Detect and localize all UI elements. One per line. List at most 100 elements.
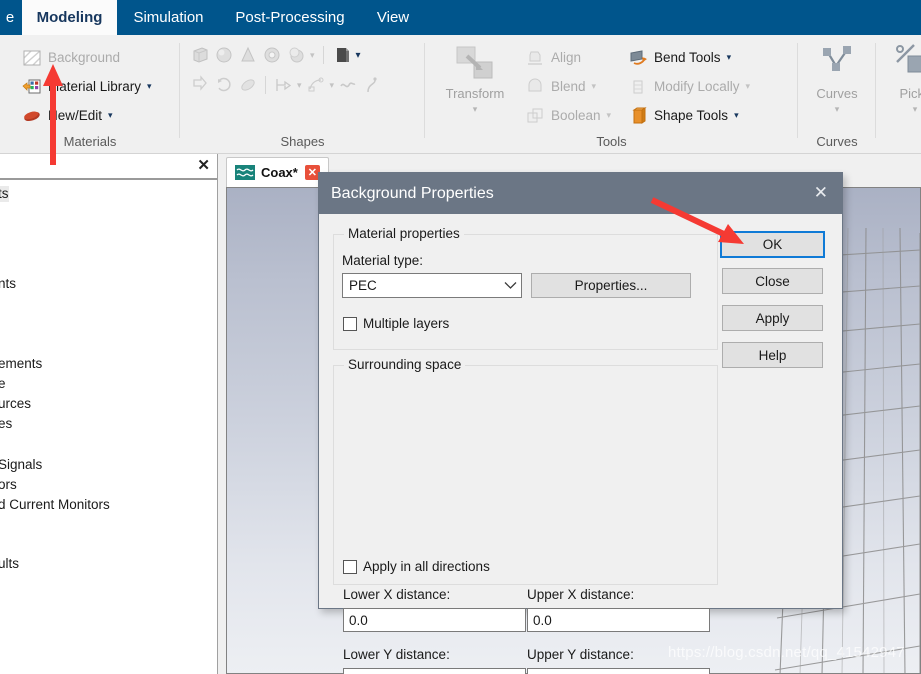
tree-item-sources[interactable]: urces xyxy=(0,396,31,412)
document-tab-label: Coax* xyxy=(261,165,298,180)
ribbon-item-modify-locally[interactable]: Modify Locally ▾ xyxy=(628,74,750,99)
chevron-down-icon[interactable]: ▾ xyxy=(746,81,751,92)
loft-icon[interactable] xyxy=(238,75,258,95)
ribbon-item-boolean[interactable]: Boolean ▾ xyxy=(525,103,611,128)
tab-label: Simulation xyxy=(133,9,204,26)
chevron-down-icon[interactable] xyxy=(499,281,521,290)
tree-item-components[interactable]: ts xyxy=(0,186,9,202)
chevron-down-icon[interactable]: ▾ xyxy=(734,110,739,121)
ribbon-group-label: Materials xyxy=(63,134,117,149)
ribbon-group-label: Shapes xyxy=(280,134,325,149)
tree-item-lumped-elements[interactable]: ements xyxy=(0,356,42,372)
chevron-down-icon[interactable]: ▾ xyxy=(607,110,612,121)
tree-item-ports[interactable]: nts xyxy=(0,276,16,292)
ribbon-item-label: Bend Tools xyxy=(654,50,721,65)
upper-y-input[interactable]: 0.0 xyxy=(527,668,710,674)
tree-item-results[interactable]: ults xyxy=(0,556,19,572)
ribbon-tab-strip: e Modeling Simulation Post-Processing Vi… xyxy=(0,0,921,35)
tab-modeling[interactable]: Modeling xyxy=(22,0,117,35)
trace-icon[interactable] xyxy=(306,75,326,95)
close-icon[interactable]: ✕ xyxy=(197,157,210,175)
ellipsoid-icon[interactable] xyxy=(286,45,306,65)
chevron-down-icon[interactable]: ▾ xyxy=(913,105,918,114)
ribbon-item-material-library[interactable]: Material Library ▾ xyxy=(22,74,152,99)
chevron-down-icon[interactable]: ▾ xyxy=(310,50,315,61)
transform-label: Transform xyxy=(445,86,505,101)
tab-view[interactable]: View xyxy=(360,0,426,35)
lower-x-input[interactable]: 0.0 xyxy=(343,608,526,632)
tree-item-current-monitors[interactable]: d Current Monitors xyxy=(0,497,110,513)
apply-all-directions-checkbox[interactable]: Apply in all directions xyxy=(343,559,490,574)
tab-label: e xyxy=(5,9,15,26)
group-title: Surrounding space xyxy=(344,357,466,372)
tree-item-monitors[interactable]: ors xyxy=(0,477,17,493)
panel-header: ✕ xyxy=(0,154,217,180)
curve-hook-icon[interactable] xyxy=(362,75,382,95)
dialog-title: Background Properties xyxy=(331,184,494,202)
checkbox-box[interactable] xyxy=(343,316,357,331)
surrounding-space-group: Surrounding space xyxy=(333,357,718,585)
multiple-layers-checkbox[interactable]: Multiple layers xyxy=(343,316,449,331)
upper-x-label: Upper X distance: xyxy=(527,587,635,602)
picks-label: Picks xyxy=(899,86,921,101)
checkbox-label: Apply in all directions xyxy=(363,559,490,574)
tree-item-probes[interactable]: es xyxy=(0,416,12,432)
sweep-icon[interactable] xyxy=(273,75,293,95)
shape-tools-icon xyxy=(628,106,648,126)
checkbox-box[interactable] xyxy=(343,559,357,574)
ribbon-item-label: Align xyxy=(551,50,582,65)
apply-button[interactable]: Apply xyxy=(722,305,823,331)
close-button[interactable]: Close xyxy=(722,268,823,294)
chevron-down-icon[interactable]: ▾ xyxy=(108,110,113,121)
tab-simulation[interactable]: Simulation xyxy=(117,0,220,35)
ribbon-toolbar: Background Material Library ▾ New/Edit ▾… xyxy=(0,35,921,154)
new-edit-icon xyxy=(22,106,42,126)
ribbon-item-shape-tools[interactable]: Shape Tools ▾ xyxy=(628,103,739,128)
wave-icon xyxy=(235,165,255,180)
boolean-icon xyxy=(525,106,545,126)
chevron-down-icon[interactable]: ▾ xyxy=(330,80,335,91)
ribbon-group-label: Tools xyxy=(596,134,627,149)
ribbon-item-align[interactable]: Align xyxy=(525,45,581,70)
tab-label: Modeling xyxy=(36,9,103,26)
tree-item-voltage[interactable]: e xyxy=(0,376,6,392)
close-icon[interactable]: ✕ xyxy=(814,184,828,202)
transform-button[interactable]: Transform ▾ xyxy=(437,42,513,114)
lower-y-label: Lower Y distance: xyxy=(343,647,450,662)
brick-icon[interactable] xyxy=(190,45,210,65)
cylinder-icon[interactable] xyxy=(262,45,282,65)
ribbon-item-label: Blend xyxy=(551,79,586,94)
extrude-icon[interactable] xyxy=(332,45,352,65)
chevron-down-icon[interactable]: ▾ xyxy=(727,52,732,63)
material-type-select[interactable]: PEC xyxy=(342,273,522,298)
lower-y-input[interactable]: 0.0 xyxy=(343,668,526,674)
curves-button[interactable]: Curves ▾ xyxy=(799,42,875,114)
chevron-down-icon[interactable]: ▾ xyxy=(473,105,478,114)
cone-icon[interactable] xyxy=(238,45,258,65)
ribbon-group-label: Curves xyxy=(816,134,858,149)
help-button[interactable]: Help xyxy=(722,342,823,368)
properties-button[interactable]: Properties... xyxy=(531,273,691,298)
chevron-down-icon[interactable]: ▾ xyxy=(147,81,152,92)
ok-button[interactable]: OK xyxy=(720,231,825,258)
upper-x-input[interactable]: 0.0 xyxy=(527,608,710,632)
ribbon-item-label: Boolean xyxy=(551,108,601,123)
bend-tools-icon xyxy=(628,48,648,68)
ribbon-item-bend-tools[interactable]: Bend Tools ▾ xyxy=(628,45,731,70)
tree-item-signals[interactable]: Signals xyxy=(0,457,42,473)
sphere-icon[interactable] xyxy=(214,45,234,65)
chevron-down-icon[interactable]: ▾ xyxy=(356,50,361,61)
wave-shape-icon[interactable] xyxy=(338,75,358,95)
ribbon-item-background[interactable]: Background xyxy=(22,45,120,70)
chevron-down-icon[interactable]: ▾ xyxy=(592,81,597,92)
ribbon-item-blend[interactable]: Blend ▾ xyxy=(525,74,596,99)
ribbon-item-new-edit[interactable]: New/Edit ▾ xyxy=(22,103,113,128)
chevron-down-icon[interactable]: ▾ xyxy=(297,80,302,91)
rotate-shape-icon[interactable] xyxy=(214,75,234,95)
picks-button[interactable]: Picks ▾ xyxy=(877,42,921,114)
tab-post-processing[interactable]: Post-Processing xyxy=(220,0,360,35)
dialog-titlebar: Background Properties ✕ xyxy=(319,173,842,214)
extrude-curve-icon[interactable] xyxy=(190,75,210,95)
chevron-down-icon[interactable]: ▾ xyxy=(835,105,840,114)
document-tab-coax[interactable]: Coax* ✕ xyxy=(226,157,329,187)
